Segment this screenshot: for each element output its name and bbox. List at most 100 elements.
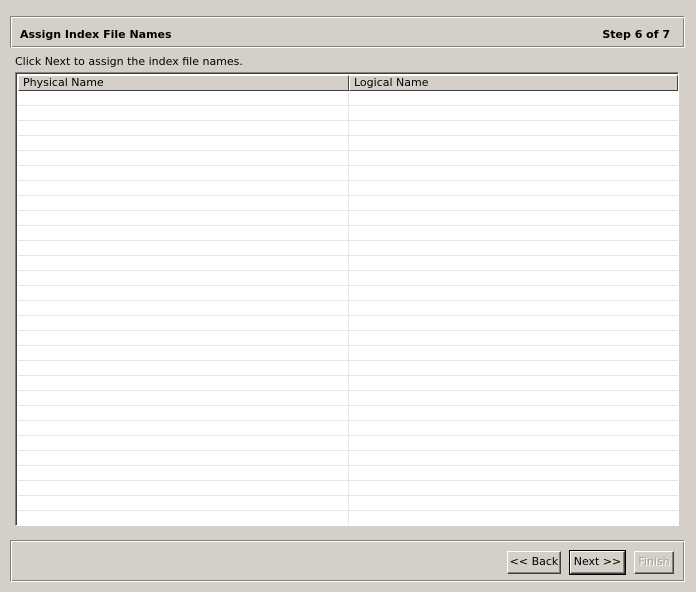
logical-name-cell (349, 496, 678, 510)
table-row (18, 211, 678, 226)
logical-name-cell (349, 376, 678, 390)
table-row (18, 181, 678, 196)
table-row (18, 391, 678, 406)
step-indicator: Step 6 of 7 (602, 28, 670, 41)
logical-name-cell (349, 391, 678, 405)
table-row (18, 481, 678, 496)
table-body (18, 91, 678, 525)
logical-name-cell (349, 181, 678, 195)
table-row (18, 376, 678, 391)
physical-name-cell (18, 361, 349, 375)
physical-name-cell (18, 241, 349, 255)
table-row (18, 271, 678, 286)
table-row (18, 166, 678, 181)
physical-name-cell (18, 511, 349, 525)
table-row (18, 346, 678, 361)
table-row (18, 286, 678, 301)
logical-name-cell (349, 256, 678, 270)
logical-name-cell (349, 436, 678, 450)
table-row (18, 316, 678, 331)
physical-name-cell (18, 256, 349, 270)
physical-name-cell (18, 106, 349, 120)
table-row (18, 136, 678, 151)
physical-name-cell (18, 166, 349, 180)
table-row (18, 121, 678, 136)
page-title: Assign Index File Names (20, 28, 172, 41)
table-header: Physical Name Logical Name (18, 75, 678, 91)
logical-name-cell (349, 91, 678, 105)
physical-name-cell (18, 226, 349, 240)
table-row (18, 451, 678, 466)
physical-name-cell (18, 436, 349, 450)
physical-name-cell (18, 136, 349, 150)
table-row (18, 511, 678, 525)
logical-name-cell (349, 451, 678, 465)
physical-name-cell (18, 376, 349, 390)
column-header-physical-name[interactable]: Physical Name (18, 75, 349, 91)
table-row (18, 226, 678, 241)
table-row (18, 196, 678, 211)
logical-name-cell (349, 406, 678, 420)
table-row (18, 406, 678, 421)
physical-name-cell (18, 496, 349, 510)
table-row (18, 436, 678, 451)
instruction-text: Click Next to assign the index file name… (15, 55, 243, 68)
logical-name-cell (349, 511, 678, 525)
column-header-logical-name[interactable]: Logical Name (349, 75, 678, 91)
table-row (18, 151, 678, 166)
logical-name-cell (349, 331, 678, 345)
physical-name-cell (18, 466, 349, 480)
physical-name-cell (18, 346, 349, 360)
next-button[interactable]: Next >> (569, 550, 626, 575)
table-row (18, 361, 678, 376)
table-row (18, 496, 678, 511)
physical-name-cell (18, 406, 349, 420)
logical-name-cell (349, 151, 678, 165)
table-row (18, 91, 678, 106)
back-button[interactable]: << Back (507, 551, 561, 574)
logical-name-cell (349, 301, 678, 315)
table-row (18, 421, 678, 436)
physical-name-cell (18, 451, 349, 465)
logical-name-cell (349, 346, 678, 360)
table-row (18, 466, 678, 481)
logical-name-cell (349, 286, 678, 300)
physical-name-cell (18, 301, 349, 315)
physical-name-cell (18, 91, 349, 105)
logical-name-cell (349, 211, 678, 225)
physical-name-cell (18, 151, 349, 165)
physical-name-cell (18, 391, 349, 405)
physical-name-cell (18, 481, 349, 495)
logical-name-cell (349, 136, 678, 150)
logical-name-cell (349, 466, 678, 480)
table-row (18, 331, 678, 346)
logical-name-cell (349, 166, 678, 180)
physical-name-cell (18, 211, 349, 225)
table-row (18, 106, 678, 121)
physical-name-cell (18, 421, 349, 435)
logical-name-cell (349, 421, 678, 435)
logical-name-cell (349, 361, 678, 375)
logical-name-cell (349, 241, 678, 255)
logical-name-cell (349, 196, 678, 210)
index-file-table[interactable]: Physical Name Logical Name (15, 72, 679, 526)
table-row (18, 256, 678, 271)
logical-name-cell (349, 106, 678, 120)
table-row (18, 301, 678, 316)
wizard-footer: << Back Next >> Finish (10, 540, 685, 582)
physical-name-cell (18, 331, 349, 345)
logical-name-cell (349, 316, 678, 330)
physical-name-cell (18, 181, 349, 195)
physical-name-cell (18, 196, 349, 210)
wizard-header: Assign Index File Names Step 6 of 7 (10, 16, 685, 48)
logical-name-cell (349, 226, 678, 240)
finish-button: Finish (634, 551, 674, 574)
physical-name-cell (18, 286, 349, 300)
logical-name-cell (349, 481, 678, 495)
table-row (18, 241, 678, 256)
logical-name-cell (349, 271, 678, 285)
physical-name-cell (18, 121, 349, 135)
physical-name-cell (18, 316, 349, 330)
physical-name-cell (18, 271, 349, 285)
logical-name-cell (349, 121, 678, 135)
